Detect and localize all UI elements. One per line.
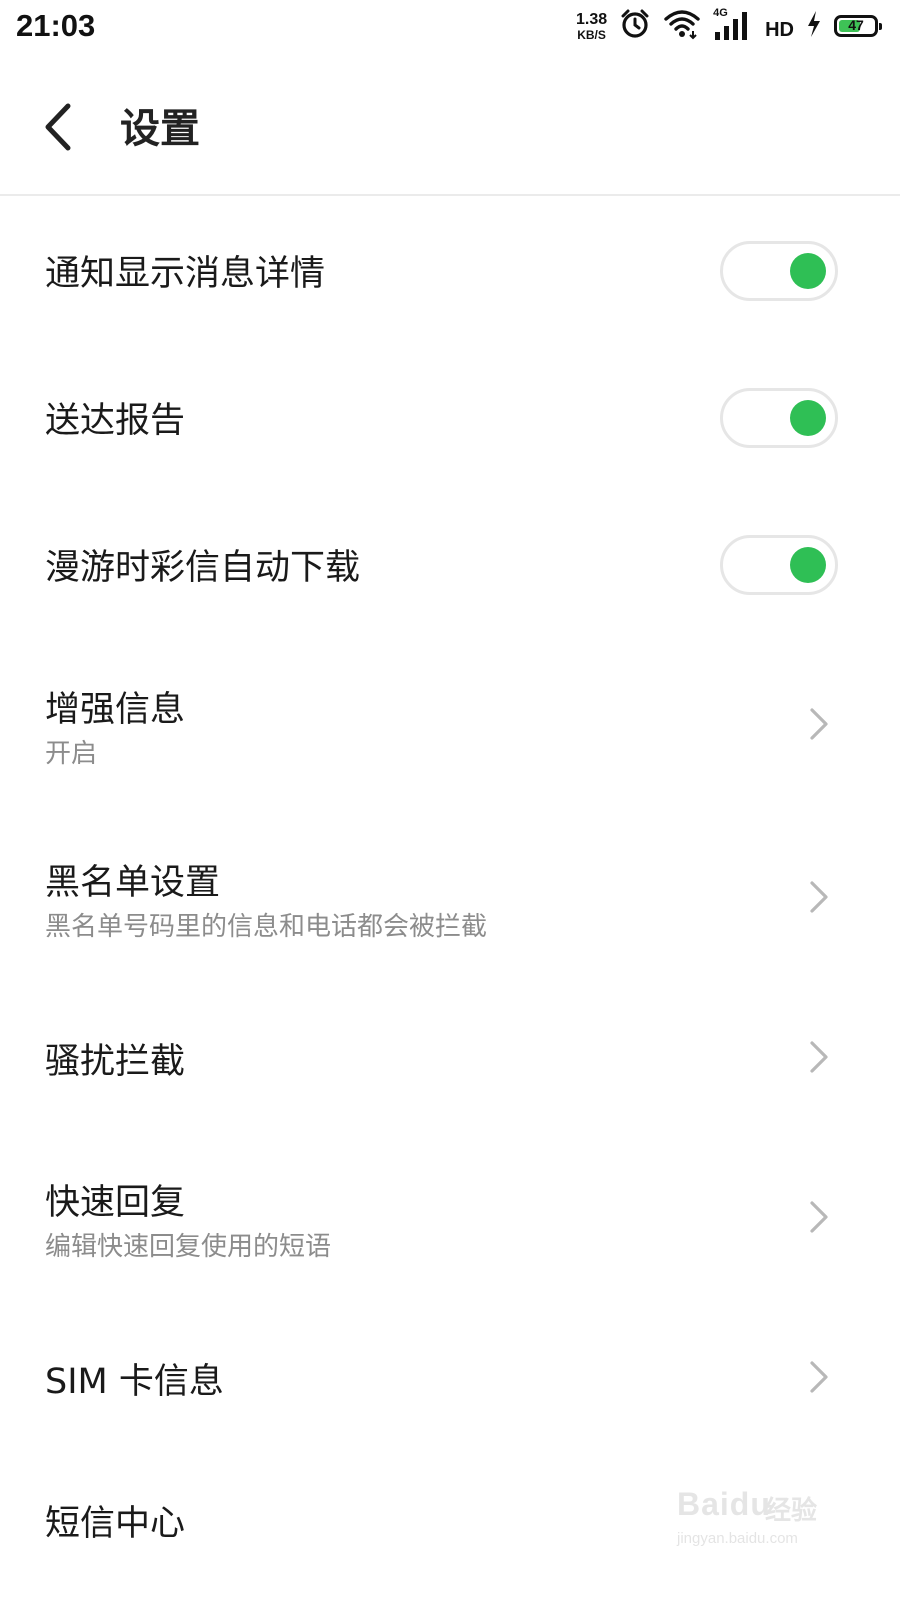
toggle-knob (790, 547, 826, 583)
status-icons: 1.38 KB/S 4G HD 47 (575, 6, 882, 46)
network-speed-unit: KB/S (577, 27, 606, 42)
page-title: 设置 (120, 106, 200, 152)
alarm-icon (619, 8, 651, 44)
setting-enhanced-messages[interactable]: 增强信息 开启 (0, 645, 900, 805)
setting-harassment-block[interactable]: 骚扰拦截 (0, 985, 900, 1130)
setting-subtitle: 开启 (45, 739, 98, 769)
setting-subtitle: 编辑快速回复使用的短语 (45, 1232, 332, 1262)
wifi-icon (663, 8, 701, 44)
chevron-left-icon (45, 103, 71, 151)
watermark-url: jingyan.baidu.com (677, 1530, 798, 1547)
notification-details-toggle[interactable] (720, 241, 838, 301)
setting-delivery-report: 送达报告 (0, 343, 900, 490)
setting-title: 快速回复 (45, 1183, 186, 1223)
app-bar: 设置 (0, 52, 900, 195)
hd-voice-icon: HD (765, 18, 794, 41)
watermark-brand: Baidu (677, 1486, 771, 1522)
setting-title: 短信中心 (45, 1504, 186, 1544)
setting-title: 黑名单设置 (45, 863, 221, 903)
network-speed: 1.38 KB/S (575, 10, 608, 42)
battery-icon: 47 (834, 15, 882, 37)
chevron-right-icon (810, 708, 828, 740)
setting-quick-reply[interactable]: 快速回复 编辑快速回复使用的短语 (0, 1138, 900, 1298)
setting-roaming-mms-download: 漫游时彩信自动下载 (0, 490, 900, 637)
chevron-right-icon (810, 1041, 828, 1073)
setting-title: 增强信息 (45, 690, 186, 730)
setting-subtitle: 黑名单号码里的信息和电话都会被拦截 (45, 912, 488, 942)
chevron-right-icon (810, 1361, 828, 1393)
setting-title: 送达报告 (45, 401, 186, 441)
setting-blacklist[interactable]: 黑名单设置 黑名单号码里的信息和电话都会被拦截 (0, 818, 900, 978)
toggle-knob (790, 253, 826, 289)
setting-notification-details: 通知显示消息详情 (0, 196, 900, 343)
toggle-knob (790, 400, 826, 436)
setting-title: SIM 卡信息 (45, 1362, 224, 1402)
setting-title: 骚扰拦截 (45, 1042, 186, 1082)
delivery-report-toggle[interactable] (720, 388, 838, 448)
status-bar: 21:03 1.38 KB/S 4G HD 47 (0, 0, 900, 52)
watermark-product: 经验 (765, 1496, 818, 1526)
battery-level: 47 (848, 17, 864, 33)
chevron-right-icon (810, 881, 828, 913)
setting-sim-card-info[interactable]: SIM 卡信息 (0, 1305, 900, 1450)
chevron-right-icon (810, 1201, 828, 1233)
back-button[interactable] (30, 92, 90, 162)
charging-icon (806, 10, 822, 42)
network-speed-value: 1.38 (575, 10, 608, 28)
baidu-jingyan-watermark: Baidu 经验 jingyan.baidu.com (673, 1476, 843, 1556)
roaming-mms-download-toggle[interactable] (720, 535, 838, 595)
setting-title: 漫游时彩信自动下载 (45, 548, 361, 588)
status-time: 21:03 (16, 8, 96, 43)
cellular-4g-icon: 4G (713, 7, 753, 42)
setting-title: 通知显示消息详情 (45, 254, 326, 294)
